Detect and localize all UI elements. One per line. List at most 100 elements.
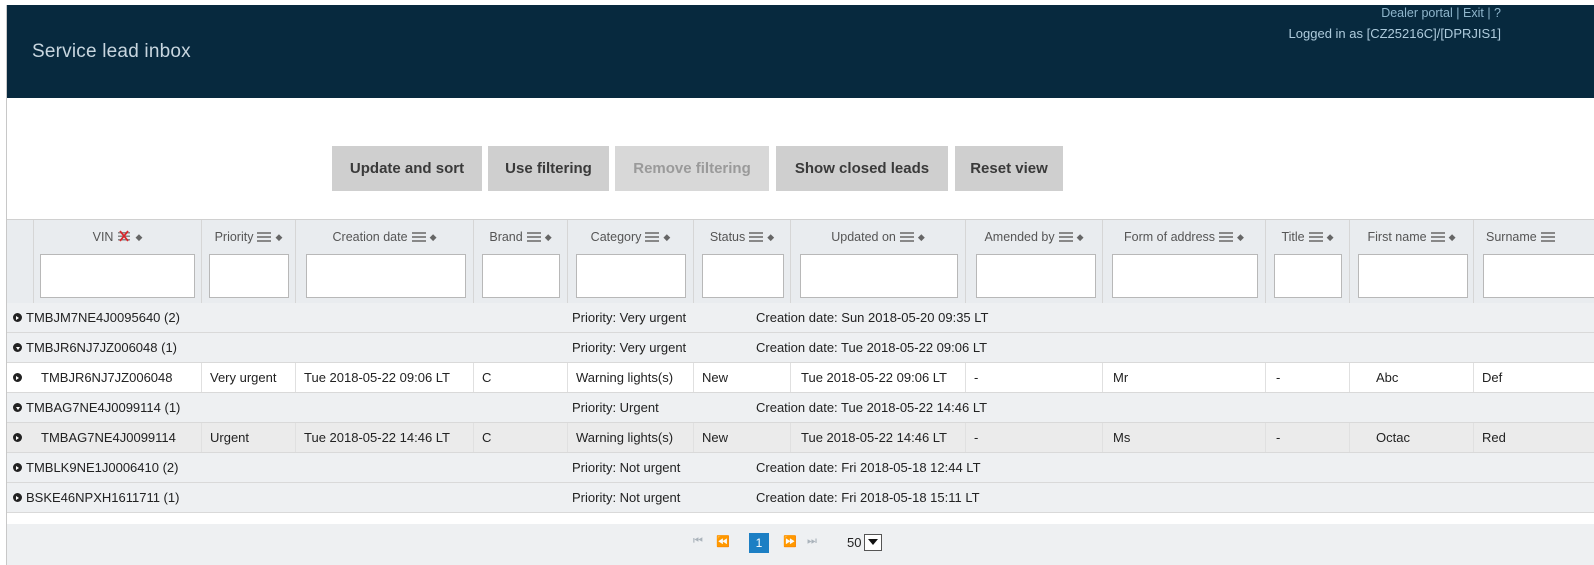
creation-date-filter-input[interactable]: [306, 254, 466, 298]
column-vin[interactable]: VIN ◆: [33, 220, 201, 304]
sort-icon[interactable]: ◆: [767, 232, 774, 243]
brand-filter-input[interactable]: [482, 254, 560, 298]
update-and-sort-button[interactable]: Update and sort: [332, 146, 482, 191]
filter-clear-icon[interactable]: [117, 230, 131, 245]
filter-menu-icon[interactable]: [645, 231, 660, 245]
expand-icon[interactable]: [13, 493, 22, 502]
column-amended-by[interactable]: Amended by ◆: [965, 220, 1102, 304]
sort-icon[interactable]: ◆: [1077, 232, 1084, 243]
group-creation-date: Creation date: Tue 2018-05-22 09:06 LT: [756, 340, 988, 355]
sort-icon[interactable]: ◆: [1237, 232, 1244, 243]
filter-menu-icon[interactable]: [526, 231, 541, 245]
filter-menu-icon[interactable]: [1430, 231, 1445, 245]
group-priority: Priority: Not urgent: [572, 490, 681, 505]
reset-view-button[interactable]: Reset view: [955, 146, 1063, 191]
page-size-select[interactable]: 50: [847, 533, 883, 552]
table-row[interactable]: TMBJR6NJ7JZ006048 Very urgent Tue 2018-0…: [7, 363, 1594, 393]
cell-creation-date: Tue 2018-05-22 09:06 LT: [295, 363, 473, 392]
show-closed-leads-button[interactable]: Show closed leads: [776, 146, 948, 191]
group-row[interactable]: TMBLK9NE1J0006410 (2) Priority: Not urge…: [7, 453, 1594, 483]
filter-menu-icon[interactable]: [1308, 231, 1323, 245]
last-page-icon[interactable]: ⏭: [807, 535, 817, 548]
column-status[interactable]: Status ◆: [693, 220, 790, 304]
group-row[interactable]: BSKE46NPXH1611711 (1) Priority: Not urge…: [7, 483, 1594, 513]
filter-menu-icon[interactable]: [749, 231, 764, 245]
page-title: Service lead inbox: [32, 41, 191, 62]
dealer-portal-link[interactable]: Dealer portal: [1381, 6, 1453, 20]
cell-form-of-address: Ms: [1102, 423, 1265, 452]
column-brand[interactable]: Brand ◆: [473, 220, 567, 304]
priority-filter-input[interactable]: [209, 254, 289, 298]
app-frame: Service lead inbox Dealer portal | Exit …: [6, 5, 1594, 565]
cell-surname: Def: [1473, 363, 1594, 392]
sort-icon[interactable]: ◆: [545, 232, 552, 243]
expand-icon[interactable]: [13, 313, 22, 322]
pager: ⏮ ⏪ 1 ⏩ ⏭ 50: [7, 524, 1594, 565]
group-vin: TMBJR6NJ7JZ006048 (1): [26, 340, 177, 355]
column-first-name[interactable]: First name ◆: [1349, 220, 1473, 304]
surname-filter-input[interactable]: [1483, 254, 1594, 298]
sort-icon[interactable]: ◆: [275, 232, 282, 243]
first-name-filter-input[interactable]: [1358, 254, 1468, 298]
sort-icon[interactable]: ◆: [1449, 232, 1456, 243]
filter-menu-icon[interactable]: [899, 231, 914, 245]
use-filtering-button[interactable]: Use filtering: [488, 146, 609, 191]
row-detail-icon[interactable]: [13, 373, 22, 382]
sort-icon[interactable]: ◆: [430, 232, 437, 243]
first-page-icon[interactable]: ⏮: [693, 535, 703, 548]
previous-page-icon[interactable]: ⏪: [716, 535, 730, 548]
column-updated-on[interactable]: Updated on ◆: [790, 220, 965, 304]
column-label: Title: [1281, 230, 1305, 244]
updated-on-filter-input[interactable]: [800, 254, 958, 298]
chevron-down-icon[interactable]: [864, 534, 883, 551]
collapse-icon[interactable]: [13, 403, 22, 412]
group-creation-date: Creation date: Fri 2018-05-18 12:44 LT: [756, 460, 981, 475]
group-priority: Priority: Urgent: [572, 400, 659, 415]
form-of-address-filter-input[interactable]: [1112, 254, 1258, 298]
remove-filtering-button[interactable]: Remove filtering: [615, 146, 769, 191]
sort-icon[interactable]: ◆: [1327, 232, 1334, 243]
filter-menu-icon[interactable]: [411, 231, 426, 245]
group-priority: Priority: Very urgent: [572, 310, 687, 325]
collapse-icon[interactable]: [13, 343, 22, 352]
cell-first-name: Abc: [1349, 363, 1473, 392]
filter-menu-icon[interactable]: [1058, 231, 1073, 245]
exit-link[interactable]: Exit: [1463, 6, 1484, 20]
vin-filter-input[interactable]: [40, 254, 195, 298]
group-row[interactable]: TMBJM7NE4J0095640 (2) Priority: Very urg…: [7, 303, 1594, 333]
sort-icon[interactable]: ◆: [663, 232, 670, 243]
column-category[interactable]: Category ◆: [567, 220, 693, 304]
next-page-icon[interactable]: ⏩: [783, 535, 797, 548]
category-filter-input[interactable]: [576, 254, 686, 298]
cell-amended-by: -: [965, 363, 1102, 392]
column-surname[interactable]: Surname: [1473, 220, 1594, 304]
expand-icon[interactable]: [13, 463, 22, 472]
cell-updated-on: Tue 2018-05-22 09:06 LT: [790, 363, 965, 392]
column-creation-date[interactable]: Creation date ◆: [295, 220, 473, 304]
group-row[interactable]: TMBAG7NE4J0099114 (1) Priority: Urgent C…: [7, 393, 1594, 423]
group-row[interactable]: TMBJR6NJ7JZ006048 (1) Priority: Very urg…: [7, 333, 1594, 363]
cell-priority: Very urgent: [201, 363, 295, 392]
filter-menu-icon[interactable]: [1219, 231, 1234, 245]
status-filter-input[interactable]: [702, 254, 784, 298]
title-filter-input[interactable]: [1274, 254, 1342, 298]
column-priority[interactable]: Priority ◆: [201, 220, 295, 304]
help-link[interactable]: ?: [1494, 6, 1501, 20]
cell-updated-on: Tue 2018-05-22 14:46 LT: [790, 423, 965, 452]
filter-menu-icon[interactable]: [1540, 231, 1555, 245]
group-creation-date: Creation date: Sun 2018-05-20 09:35 LT: [756, 310, 989, 325]
column-label: Priority: [214, 230, 254, 244]
filter-menu-icon[interactable]: [257, 231, 272, 245]
column-title[interactable]: Title ◆: [1265, 220, 1349, 304]
column-label: Creation date: [332, 230, 408, 244]
amended-by-filter-input[interactable]: [976, 254, 1096, 298]
expand-column-header: [7, 220, 33, 304]
current-page-button[interactable]: 1: [749, 533, 769, 553]
sort-icon[interactable]: ◆: [135, 232, 142, 243]
row-detail-icon[interactable]: [13, 433, 22, 442]
table-row[interactable]: TMBAG7NE4J0099114 Urgent Tue 2018-05-22 …: [7, 423, 1594, 453]
group-creation-date: Creation date: Fri 2018-05-18 15:11 LT: [756, 490, 980, 505]
sort-icon[interactable]: ◆: [918, 232, 925, 243]
column-label: Form of address: [1124, 230, 1216, 244]
column-form-of-address[interactable]: Form of address ◆: [1102, 220, 1265, 304]
